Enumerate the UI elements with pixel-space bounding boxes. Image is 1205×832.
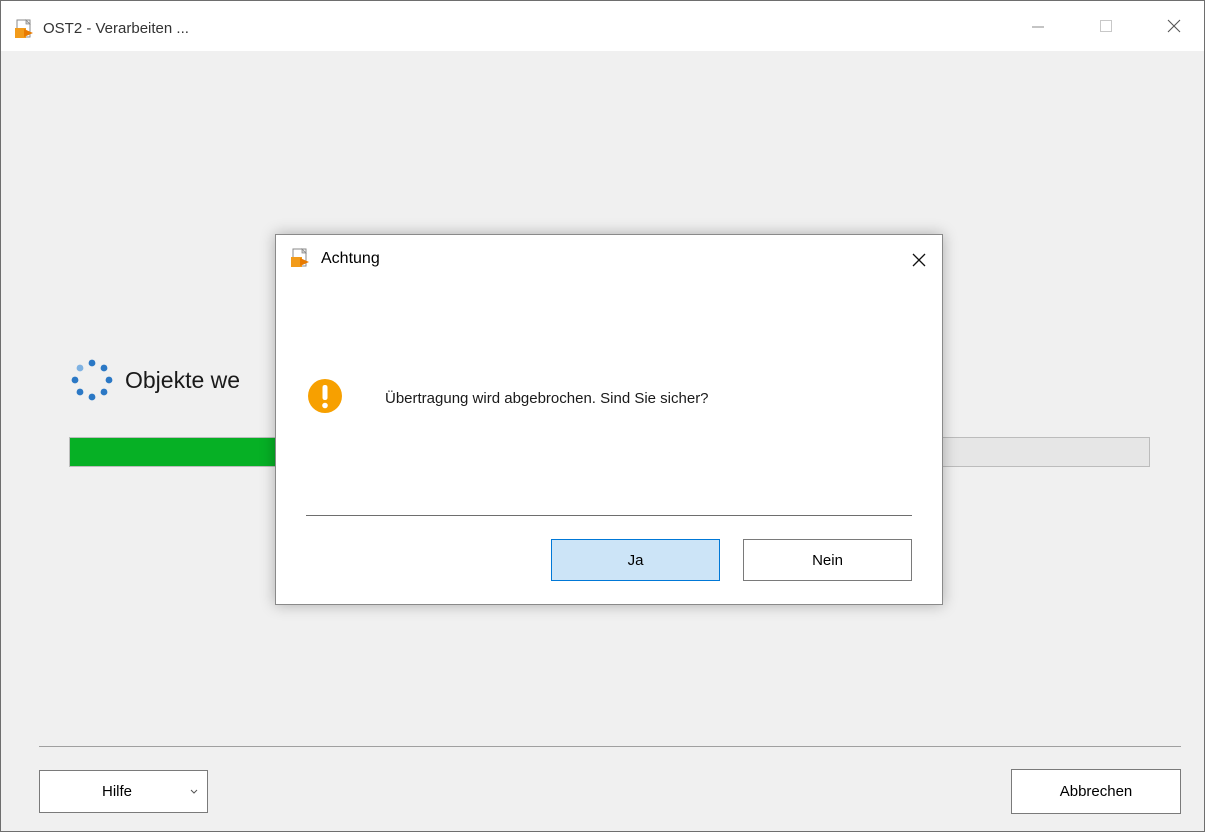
close-icon [1167, 19, 1181, 33]
progress-fill [70, 438, 275, 466]
minimize-icon [1032, 26, 1044, 28]
confirm-dialog: Achtung Übertragung wird abgebrochen. Si… [275, 234, 943, 605]
dialog-close-button[interactable] [902, 243, 936, 277]
yes-button[interactable]: Ja [551, 539, 720, 581]
maximize-button[interactable] [1083, 1, 1129, 51]
app-document-icon [290, 248, 312, 268]
window-title: OST2 - Verarbeiten ... [43, 20, 189, 37]
warning-icon [308, 379, 342, 413]
maximize-icon [1100, 20, 1112, 32]
dialog-title: Achtung [321, 250, 380, 267]
footer-separator [39, 746, 1181, 747]
minimize-button[interactable] [1015, 1, 1061, 51]
help-button[interactable]: Hilfe [39, 770, 208, 813]
dialog-separator [306, 515, 912, 516]
close-icon [912, 253, 926, 267]
chevron-down-icon [190, 789, 198, 794]
dialog-message: Übertragung wird abgebrochen. Sind Sie s… [385, 390, 709, 407]
no-button[interactable]: Nein [743, 539, 912, 581]
spinner-icon [71, 359, 113, 401]
close-button[interactable] [1151, 1, 1197, 51]
help-button-label: Hilfe [102, 783, 133, 800]
title-bar[interactable]: OST2 - Verarbeiten ... [1, 1, 1204, 51]
app-document-icon [14, 19, 36, 39]
status-text: Objekte we [125, 367, 241, 393]
cancel-button[interactable]: Abbrechen [1011, 769, 1181, 814]
